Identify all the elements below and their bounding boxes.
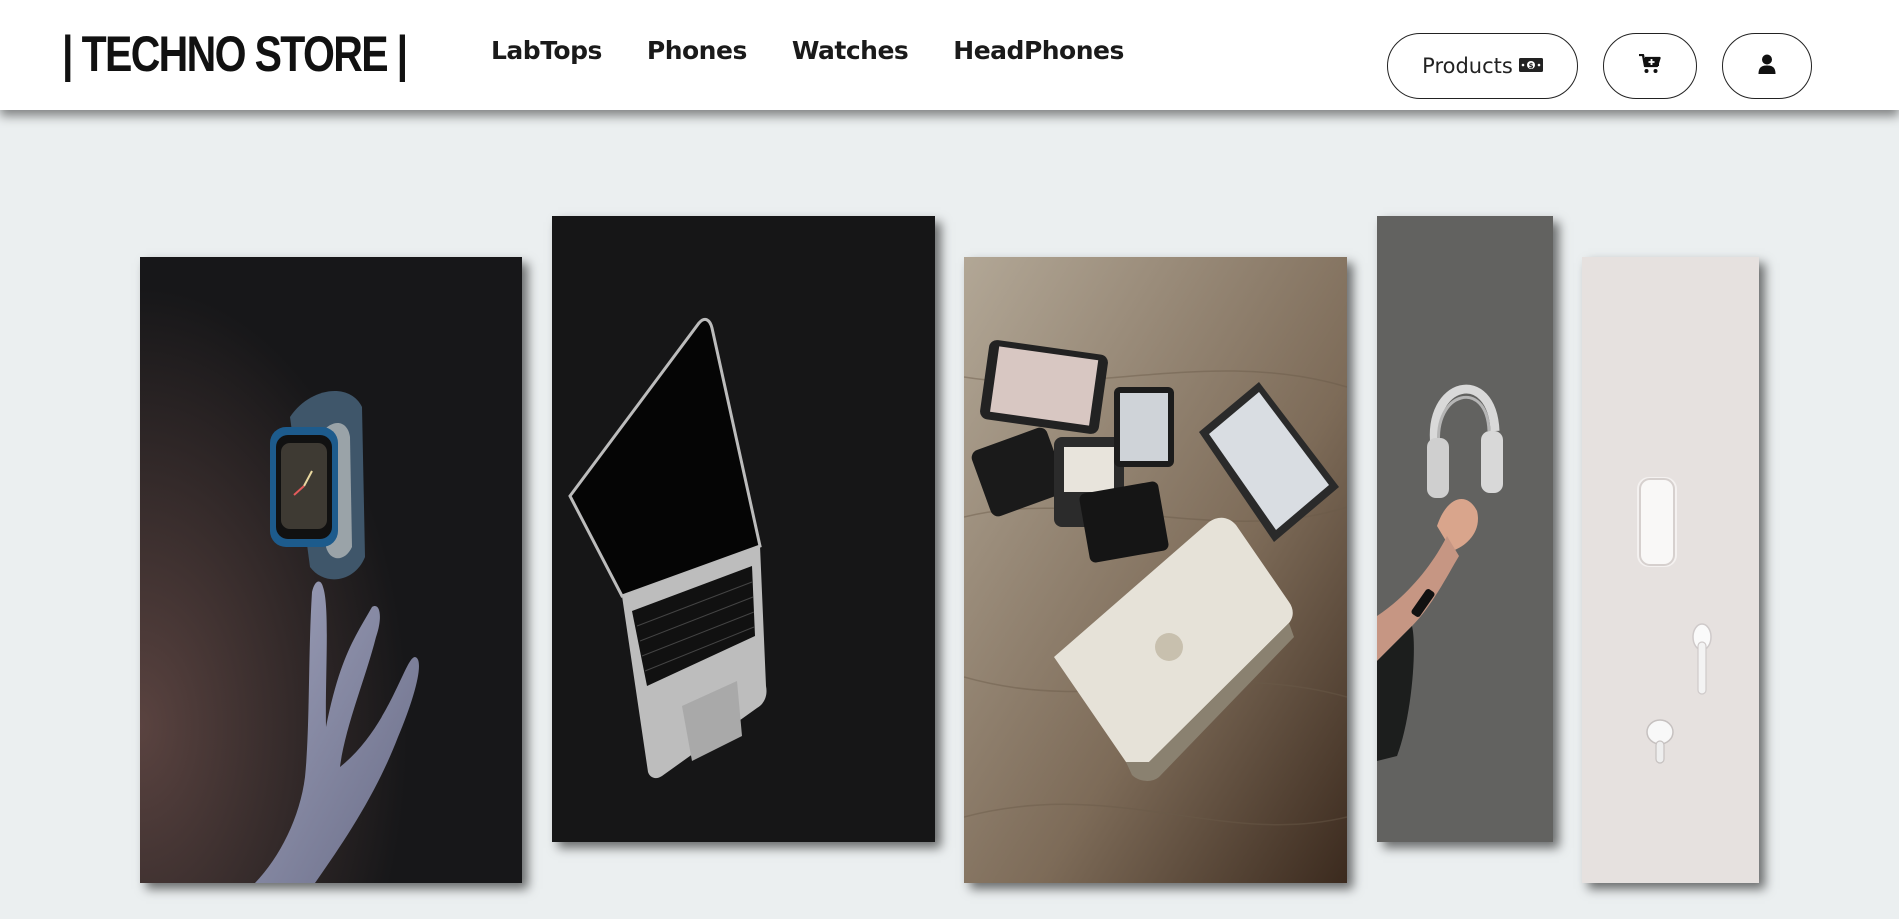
gallery-card-devices[interactable]	[964, 257, 1347, 883]
nav-link-laptops[interactable]: LabTops	[491, 36, 602, 65]
watch-image	[140, 257, 522, 883]
earbuds-image	[1582, 257, 1759, 883]
devices-image	[964, 257, 1347, 883]
headphones-image	[1377, 216, 1553, 842]
gallery-card-laptop[interactable]	[552, 216, 935, 842]
money-icon: $	[1518, 54, 1543, 78]
main-nav: LabTops Phones Watches HeadPhones	[491, 36, 1124, 65]
user-icon	[1758, 54, 1776, 78]
products-button[interactable]: Products $	[1387, 33, 1578, 99]
gallery-card-watch[interactable]	[140, 257, 522, 883]
nav-link-watches[interactable]: Watches	[792, 36, 909, 65]
svg-text:$: $	[1528, 62, 1533, 70]
gallery-card-earbuds[interactable]	[1582, 257, 1759, 883]
nav-link-headphones[interactable]: HeadPhones	[953, 36, 1124, 65]
laptop-image	[552, 216, 935, 842]
site-header: | TECHNO STORE | LabTops Phones Watches …	[0, 0, 1899, 110]
products-button-label: Products	[1422, 54, 1513, 78]
cart-plus-icon	[1639, 53, 1661, 78]
store-logo[interactable]: | TECHNO STORE |	[62, 26, 408, 82]
cart-button[interactable]	[1603, 33, 1697, 99]
user-button[interactable]	[1722, 33, 1812, 99]
gallery-card-headphones[interactable]	[1377, 216, 1553, 842]
nav-link-phones[interactable]: Phones	[647, 36, 747, 65]
